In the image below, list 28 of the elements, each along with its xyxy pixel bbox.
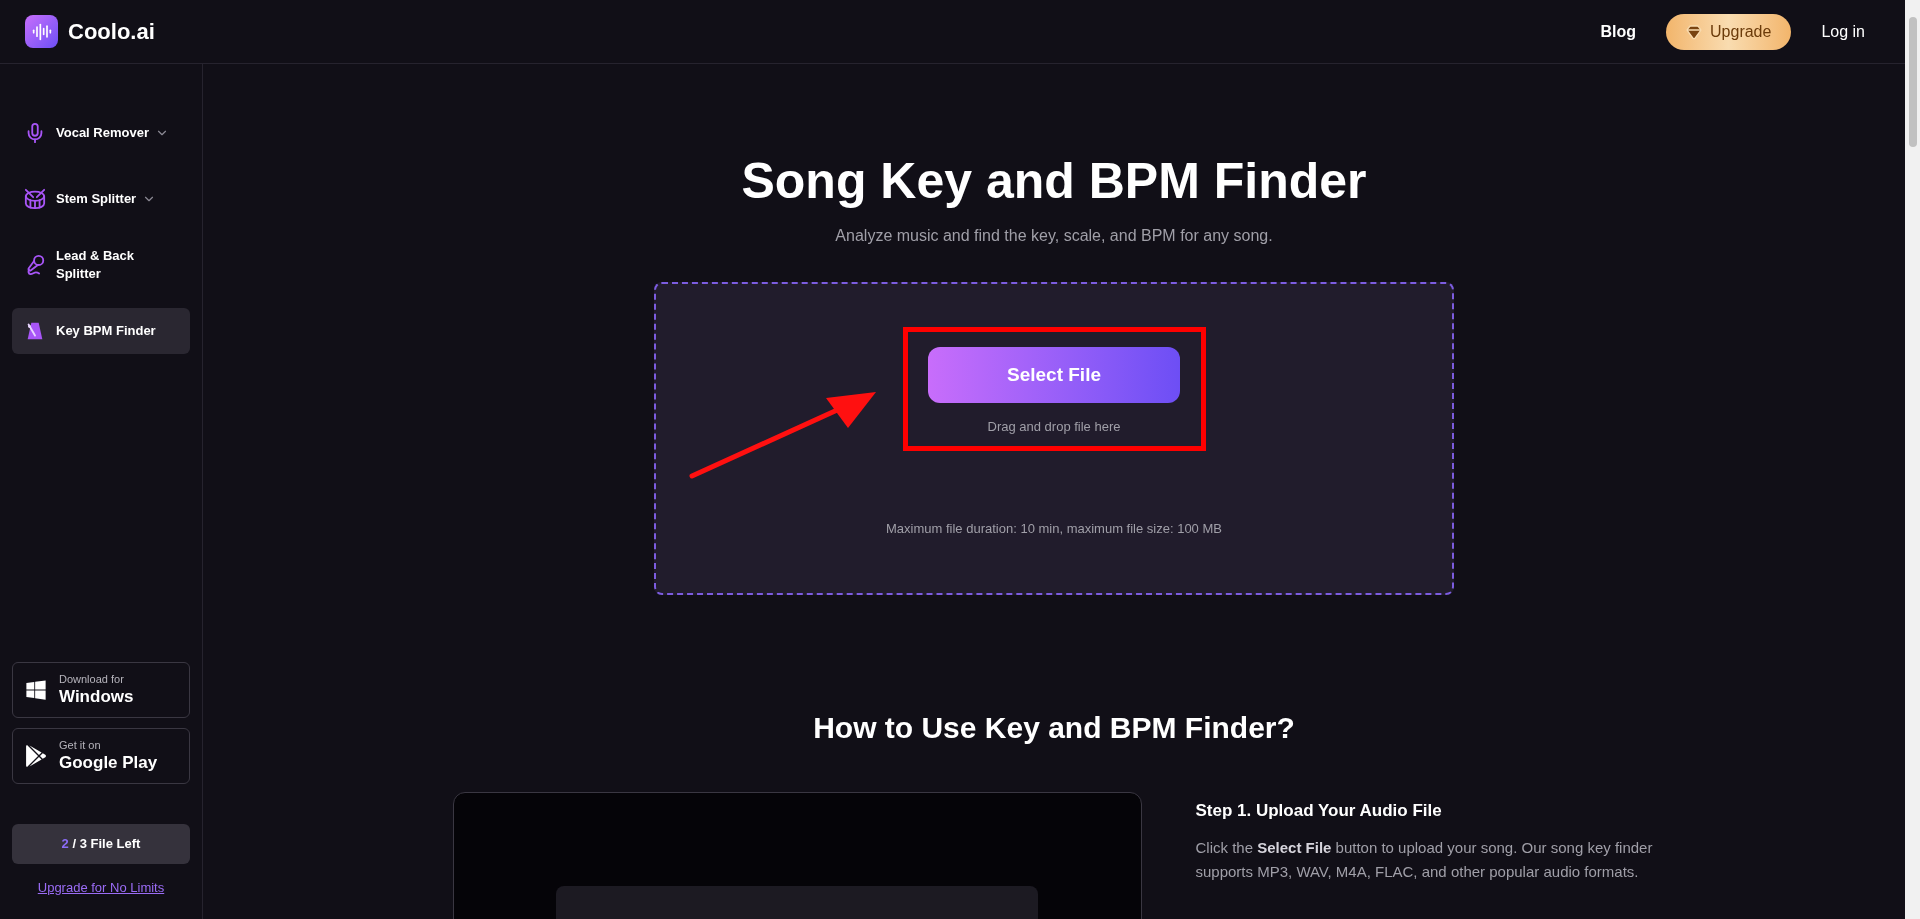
select-file-button[interactable]: Select File — [928, 347, 1180, 403]
sidebar-item[interactable]: Stem Splitter — [12, 176, 190, 222]
page-title: Song Key and BPM Finder — [741, 152, 1367, 211]
scrollbar[interactable] — [1905, 0, 1920, 919]
play-store-icon — [25, 744, 47, 767]
upgrade-link[interactable]: Upgrade for No Limits — [37, 877, 165, 897]
scrollbar-thumb[interactable] — [1908, 17, 1917, 147]
download-button[interactable]: Get it on Google Play — [12, 727, 190, 784]
logo-icon — [25, 15, 58, 48]
step-description: Click the Select File button to upload your song. Our song key finder supports MP3, WAV, M4A, FLAC, and other popular audio formats. — [1195, 837, 1654, 882]
section-heading: How to Use Key and BPM Finder? — [813, 710, 1295, 746]
file-limits: Maximum file duration: 10 min, maximum file size: 100 MB — [886, 520, 1222, 538]
brand-name: Coolo.ai — [68, 18, 155, 46]
download-button[interactable]: Download for Windows — [12, 661, 190, 718]
sidebar-item[interactable]: Key BPM Finder — [12, 308, 190, 354]
file-quota: 2 / 3 File Left — [12, 823, 190, 864]
windows-icon — [25, 678, 47, 701]
step-title: Step 1. Upload Your Audio File — [1195, 800, 1443, 822]
upgrade-button[interactable]: Upgrade — [1666, 13, 1792, 50]
sidebar-item[interactable]: Vocal Remover — [12, 110, 190, 156]
sidebar-item[interactable]: Lead & Back Splitter — [12, 242, 190, 288]
drum-icon — [24, 188, 46, 210]
nav-link[interactable]: Blog — [1600, 19, 1637, 44]
gem-icon — [1686, 23, 1703, 40]
page-subtitle: Analyze music and find the key, scale, and BPM for any song. — [835, 226, 1273, 246]
upload-area[interactable]: Select File Drag and drop file here Maximum file duration: 10 min, maximum file size: 100 MB — [654, 282, 1454, 595]
nav-link[interactable]: Log in — [1821, 19, 1865, 44]
drop-hint: Drag and drop file here — [987, 418, 1121, 436]
